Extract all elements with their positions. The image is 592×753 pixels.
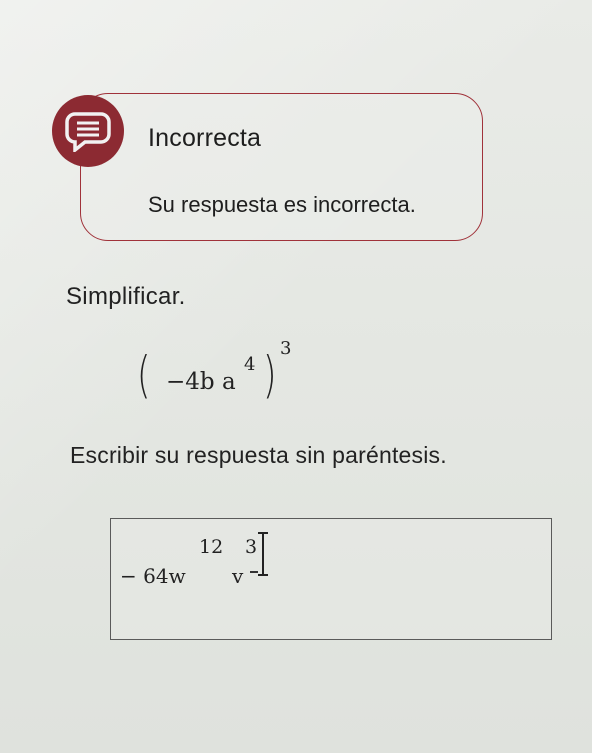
open-paren: ( <box>136 346 151 404</box>
expression-base: −4b a <box>166 369 236 395</box>
outer-exponent: 3 <box>280 338 292 359</box>
text-cursor <box>258 532 268 576</box>
answer-exponent-v: 3 <box>245 536 258 558</box>
close-paren: ) <box>262 346 277 404</box>
answer-variable-v: v <box>232 564 244 588</box>
answer-value[interactable]: − 64w 12 v 3 <box>120 532 320 592</box>
inner-exponent: 4 <box>244 354 256 375</box>
feedback-panel <box>80 93 483 241</box>
chat-bubble-icon <box>52 95 124 167</box>
cursor-placeholder-underline <box>250 571 258 573</box>
answer-exponent-w: 12 <box>199 536 224 558</box>
answer-coefficient: − 64w <box>120 564 186 588</box>
math-expression: ( −4b a 4 ) 3 <box>132 338 332 418</box>
feedback-title: Incorrecta <box>148 124 262 152</box>
answer-instruction: Escribir su respuesta sin paréntesis. <box>70 442 447 468</box>
feedback-message: Su respuesta es incorrecta. <box>148 192 416 217</box>
problem-instruction: Simplificar. <box>66 283 186 310</box>
